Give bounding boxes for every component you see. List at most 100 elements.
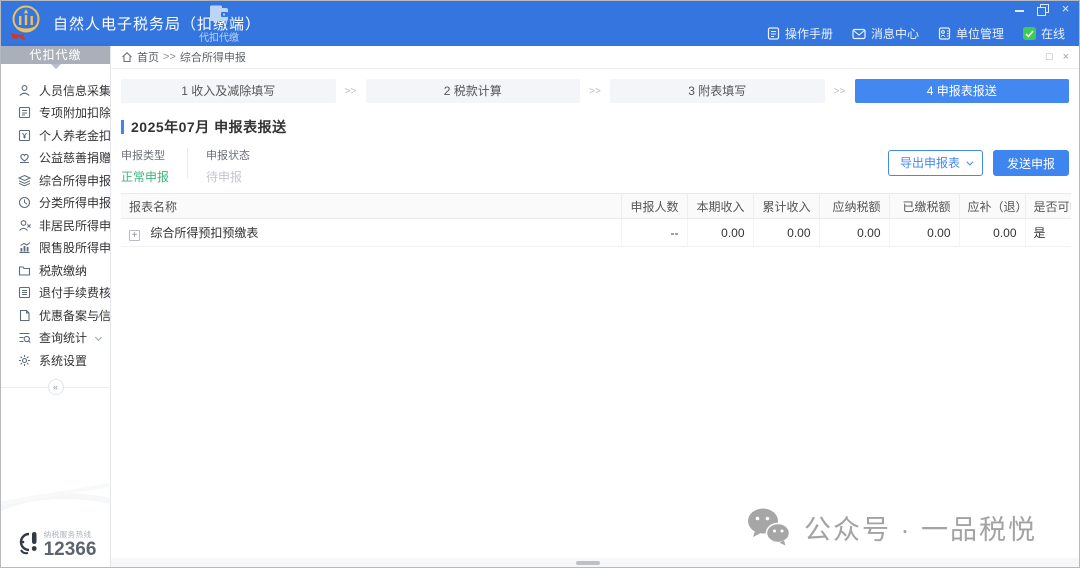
sidebar-item-label: 非居民所得申报 xyxy=(39,217,110,234)
watermark: 公众号 · 一品税悦 xyxy=(745,507,1037,547)
window-controls: × xyxy=(1014,4,1071,14)
step-tab-4-active[interactable]: 4 申报表报送 xyxy=(855,79,1070,103)
scrollbar-thumb[interactable] xyxy=(576,561,600,565)
sidebar-item-refund-fee-check[interactable]: 退付手续费核对 xyxy=(1,282,110,305)
module-tab-label: 代扣代缴 xyxy=(197,29,241,44)
pension-icon xyxy=(18,129,31,142)
report-name: 综合所得预扣预缴表 xyxy=(150,226,258,240)
wallet-icon xyxy=(209,5,229,22)
sidebar-item-label: 退付手续费核对 xyxy=(39,284,110,301)
sidebar-item-classified-income[interactable]: 分类所得申报 xyxy=(1,192,110,215)
sidebar-item-label: 公益慈善捐赠信息采集 xyxy=(39,149,110,166)
title-accent-bar xyxy=(121,120,124,134)
file-icon xyxy=(18,309,31,322)
decorative-swirl xyxy=(1,475,111,515)
action-buttons: 导出申报表 发送申报 xyxy=(888,150,1069,176)
sidebar-item-charity-donation[interactable]: 公益慈善捐赠信息采集 xyxy=(1,147,110,170)
sidebar-item-restricted-stock[interactable]: 限售股所得申报 xyxy=(1,237,110,260)
message-center-menu-item[interactable]: 消息中心 xyxy=(852,25,919,42)
hotline-logo xyxy=(15,530,39,560)
gear-icon xyxy=(18,354,31,367)
online-check-icon xyxy=(1023,27,1036,40)
search-stats-icon xyxy=(18,331,31,344)
restore-icon[interactable] xyxy=(1037,4,1048,14)
send-declaration-button[interactable]: 发送申报 xyxy=(993,150,1069,176)
sidebar-item-special-deduction[interactable]: 专项附加扣除信息采集 xyxy=(1,102,110,125)
sidebar-collapse-button[interactable]: « xyxy=(48,379,64,395)
expand-row-icon[interactable]: + xyxy=(129,230,140,241)
sidebar: 代扣代缴 人员信息采集 专项附加扣除信息采集 xyxy=(1,46,111,567)
declare-type-value[interactable]: 正常申报 xyxy=(121,168,169,185)
manual-label: 操作手册 xyxy=(785,25,833,42)
sidebar-item-label: 税款缴纳 xyxy=(39,262,87,279)
sidebar-item-system-settings[interactable]: 系统设置 xyxy=(1,349,110,372)
tax-payable-cell: 0.00 xyxy=(819,219,889,247)
col-report-name: 报表名称 xyxy=(121,194,621,219)
sidebar-divider: « xyxy=(1,379,110,395)
sidebar-item-query-statistics[interactable]: 查询统计 xyxy=(1,327,110,350)
form-icon xyxy=(18,106,31,119)
inner-close-icon[interactable]: × xyxy=(1063,50,1069,64)
meta-divider xyxy=(187,148,188,178)
col-can-declare: 是否可申... xyxy=(1025,194,1071,219)
tax-emblem-logo xyxy=(8,4,44,43)
layers-icon xyxy=(18,174,31,187)
total-income-cell: 0.00 xyxy=(753,219,819,247)
export-report-button[interactable]: 导出申报表 xyxy=(888,150,983,176)
top-menu: 操作手册 消息中心 单位管理 xyxy=(767,25,1065,42)
home-icon xyxy=(121,51,133,63)
sidebar-item-label: 人员信息采集 xyxy=(39,82,110,99)
declare-status-value[interactable]: 待申报 xyxy=(206,168,250,185)
page-title: 2025年07月 申报表报送 xyxy=(131,117,287,137)
step-tab-3[interactable]: 3 附表填写 xyxy=(610,79,825,103)
declare-status-label: 申报状态 xyxy=(206,147,250,163)
manual-menu-item[interactable]: 操作手册 xyxy=(767,25,833,42)
hotline-text: 纳税服务热线 12366 xyxy=(44,529,97,560)
sidebar-item-nonresident-income[interactable]: 非居民所得申报 xyxy=(1,214,110,237)
app-window: 自然人电子税务局（扣缴端） 代扣代缴 × 操作手册 xyxy=(0,0,1080,568)
sidebar-item-tax-payment[interactable]: 税款缴纳 xyxy=(1,259,110,282)
org-manage-menu-item[interactable]: 单位管理 xyxy=(938,25,1004,42)
close-icon[interactable]: × xyxy=(1060,4,1071,14)
sidebar-item-comprehensive-income[interactable]: 综合所得申报 xyxy=(1,169,110,192)
step-separator: >> xyxy=(580,86,610,97)
meta-row: 申报类型 正常申报 申报状态 待申报 导出申报表 发送申报 xyxy=(121,147,1069,183)
sidebar-item-label: 限售股所得申报 xyxy=(39,239,110,256)
folder-icon xyxy=(18,264,31,277)
step-separator: >> xyxy=(825,86,855,97)
module-tab-daikou-daijiao[interactable]: 代扣代缴 xyxy=(197,5,241,44)
step-tab-1[interactable]: 1 收入及减除填写 xyxy=(121,79,336,103)
wechat-icon xyxy=(745,507,791,547)
breadcrumb-home[interactable]: 首页 xyxy=(137,49,159,65)
step-tab-2[interactable]: 2 税款计算 xyxy=(366,79,581,103)
step-separator: >> xyxy=(336,86,366,97)
sidebar-item-preferential-filing[interactable]: 优惠备案与信息报送 xyxy=(1,304,110,327)
online-status[interactable]: 在线 xyxy=(1023,25,1065,42)
sidebar-item-personnel-info[interactable]: 人员信息采集 xyxy=(1,79,110,102)
report-table: 报表名称 申报人数 本期收入 累计收入 应纳税额 已缴税额 应补（退）税额 是否… xyxy=(121,193,1071,247)
sidebar-item-label: 专项附加扣除信息采集 xyxy=(39,104,110,121)
top-bar: 自然人电子税务局（扣缴端） 代扣代缴 × 操作手册 xyxy=(1,1,1079,46)
sidebar-header-caret-icon xyxy=(51,64,61,69)
manual-icon xyxy=(767,27,780,40)
col-current-income: 本期收入 xyxy=(687,194,753,219)
declare-status-group: 申报状态 待申报 xyxy=(206,147,268,185)
sidebar-item-label: 综合所得申报 xyxy=(39,172,110,189)
section-title-row: 2025年07月 申报表报送 xyxy=(121,117,1069,137)
donation-icon xyxy=(18,151,31,164)
sidebar-item-pension-deduction[interactable]: 个人养老金扣除管理 xyxy=(1,124,110,147)
col-tax-paid: 已缴税额 xyxy=(889,194,959,219)
tax-paid-cell: 0.00 xyxy=(889,219,959,247)
org-manage-label: 单位管理 xyxy=(956,25,1004,42)
sidebar-item-label: 分类所得申报 xyxy=(39,194,110,211)
clock-icon xyxy=(18,196,31,209)
table-row[interactable]: + 综合所得预扣预缴表 -- 0.00 0.00 0.00 0.00 0.00 … xyxy=(121,219,1071,247)
inner-restore-icon[interactable]: □ xyxy=(1046,50,1053,64)
hotline-block: 纳税服务热线 12366 xyxy=(1,529,110,560)
chevron-down-icon xyxy=(966,158,973,165)
stock-chart-icon xyxy=(18,241,31,254)
horizontal-scrollbar[interactable] xyxy=(111,558,1079,567)
sidebar-item-label: 查询统计 xyxy=(39,329,87,346)
tax-due-refund-cell: 0.00 xyxy=(959,219,1025,247)
minimize-icon[interactable] xyxy=(1014,4,1025,14)
